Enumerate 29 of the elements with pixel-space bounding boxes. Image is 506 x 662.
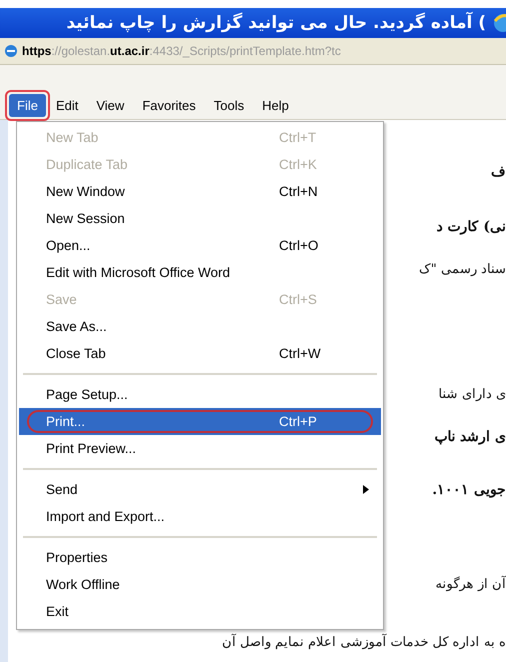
menu-item[interactable]: Save As...: [19, 313, 381, 340]
document-text: سناد رسمی "ک: [418, 261, 506, 279]
menu-item[interactable]: Edit with Microsoft Office Word: [19, 259, 381, 286]
submenu-arrow-icon: [363, 485, 369, 494]
window-title: ) آماده گردید. حال می توانید گزارش را چاپ نمائید: [66, 13, 486, 33]
menu-bar-item[interactable]: View: [88, 94, 132, 116]
menu-item[interactable]: Send: [19, 476, 381, 503]
menu-bar-item[interactable]: Edit: [48, 94, 86, 116]
document-text: ه به اداره کل خدمات آموزشی اعلام نمایم واصل آن: [222, 633, 506, 652]
document-text: جویی ۱۰۰۱.: [432, 481, 506, 500]
menu-item[interactable]: Open... Ctrl+O: [19, 232, 381, 259]
menu-item[interactable]: Print Preview...: [19, 435, 381, 462]
menu-item[interactable]: Properties: [19, 544, 381, 571]
menu-bar-item[interactable]: Favorites: [134, 94, 204, 116]
menu-item[interactable]: New Window Ctrl+N: [19, 178, 381, 205]
document-text: ی دارای شنا: [438, 386, 506, 404]
document-text: ی ارشد ناپ: [434, 428, 506, 447]
menu-item[interactable]: Print... Ctrl+P: [19, 408, 381, 435]
menu-bar-item[interactable]: Tools: [206, 94, 252, 116]
menu-item[interactable]: Work Offline: [19, 571, 381, 598]
menu-bar-item[interactable]: Help: [254, 94, 297, 116]
menu-item[interactable]: Import and Export...: [19, 503, 381, 530]
menu-item[interactable]: Page Setup...: [19, 381, 381, 408]
menu-item[interactable]: New Session: [19, 205, 381, 232]
page-icon: [4, 44, 18, 58]
menu-item[interactable]: Close Tab Ctrl+W: [19, 340, 381, 367]
document-text: ف: [491, 163, 506, 182]
menu-item[interactable]: Exit: [19, 598, 381, 625]
document-text: نی) کارت د: [436, 218, 506, 237]
